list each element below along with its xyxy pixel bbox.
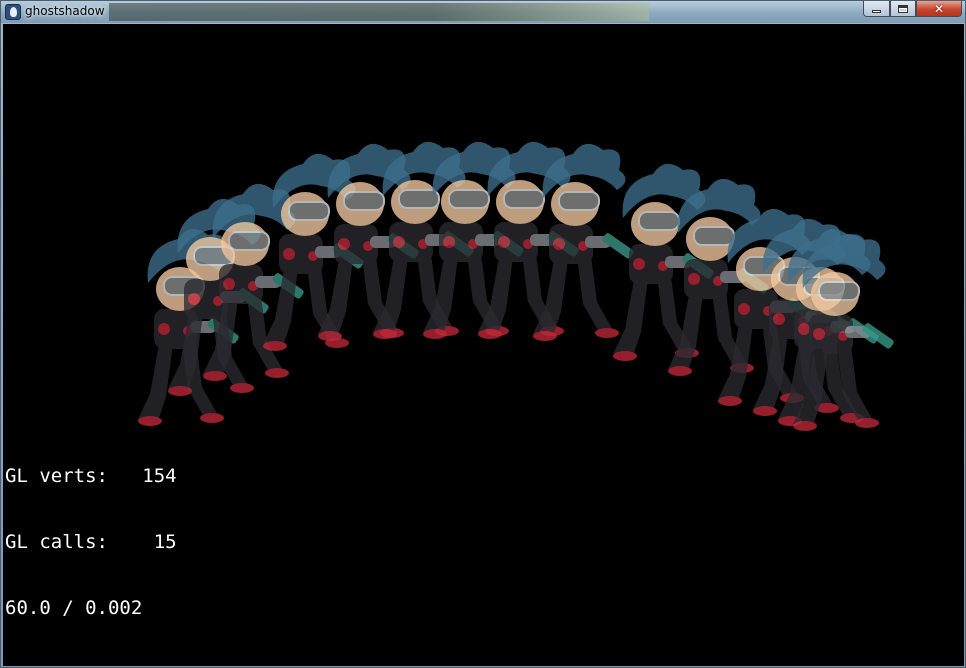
gl-calls-readout: GL calls: 15 <box>5 531 177 553</box>
minimize-icon <box>872 9 881 13</box>
title-bar-background-strip <box>109 3 649 21</box>
minimize-button[interactable] <box>863 1 890 17</box>
app-window: ghostshadow ✕ GL verts: 154 GL calls: 15… <box>0 0 966 668</box>
gl-render-canvas[interactable]: GL verts: 154 GL calls: 15 60.0 / 0.002 <box>3 24 964 666</box>
gl-stats-overlay: GL verts: 154 GL calls: 15 60.0 / 0.002 <box>5 421 177 663</box>
fps-readout: 60.0 / 0.002 <box>5 597 143 619</box>
close-icon: ✕ <box>933 1 945 16</box>
title-bar[interactable]: ghostshadow ✕ <box>1 1 965 23</box>
close-button[interactable]: ✕ <box>916 1 962 17</box>
maximize-button[interactable] <box>890 1 916 17</box>
window-title: ghostshadow <box>25 4 105 18</box>
gl-verts-readout: GL verts: 154 <box>5 465 177 487</box>
maximize-icon <box>898 4 908 13</box>
app-icon[interactable] <box>5 4 21 20</box>
